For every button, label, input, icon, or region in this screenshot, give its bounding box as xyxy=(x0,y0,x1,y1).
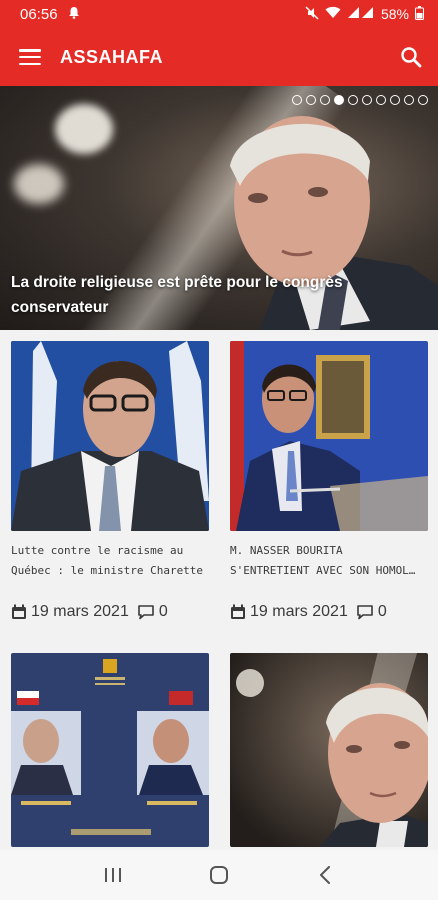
news-image xyxy=(11,653,209,847)
menu-icon[interactable] xyxy=(19,49,41,65)
slide-indicators xyxy=(292,95,428,105)
news-card[interactable] xyxy=(11,653,209,847)
news-comment-count: 0 xyxy=(377,603,387,620)
slide-dot[interactable] xyxy=(334,95,344,105)
slide-dot[interactable] xyxy=(376,95,386,105)
news-date: 19 mars 2021 xyxy=(31,603,129,620)
slide-dot[interactable] xyxy=(348,95,358,105)
status-time: 06:56 xyxy=(20,5,58,23)
news-title-line2: S'ENTRETIENT AVEC SON HOMOL… xyxy=(230,564,416,577)
calendar-icon xyxy=(231,604,245,619)
slide-dot[interactable] xyxy=(306,95,316,105)
news-comment-count: 0 xyxy=(158,603,168,620)
search-icon[interactable] xyxy=(400,46,422,68)
mute-icon xyxy=(305,5,319,23)
news-meta: 19 mars 2021 0 xyxy=(11,603,209,621)
news-date: 19 mars 2021 xyxy=(250,603,348,620)
app-title: ASSAHAFA xyxy=(60,46,164,67)
slide-dot[interactable] xyxy=(390,95,400,105)
signal-icon xyxy=(347,6,375,22)
news-card[interactable]: M. NASSER BOURITA S'ENTRETIENT AVEC SON … xyxy=(230,341,428,621)
news-title-line1: Lutte contre le racisme au xyxy=(11,544,184,557)
calendar-icon xyxy=(12,604,26,619)
back-icon[interactable] xyxy=(305,855,345,895)
home-icon[interactable] xyxy=(199,855,239,895)
bell-icon xyxy=(68,6,80,22)
battery-icon xyxy=(415,5,424,23)
slide-dot[interactable] xyxy=(292,95,302,105)
wifi-icon xyxy=(325,6,341,22)
hero-slide[interactable]: La droite religieuse est prête pour le c… xyxy=(0,86,438,330)
hero-caption: La droite religieuse est prête pour le c… xyxy=(11,274,343,316)
news-title-line2: Québec : le ministre Charette ent… xyxy=(11,564,209,577)
news-title-line1: M. NASSER BOURITA xyxy=(230,544,343,557)
slide-dot[interactable] xyxy=(404,95,414,105)
news-image xyxy=(230,341,428,531)
app-bar: ASSAHAFA xyxy=(0,28,438,86)
status-bar: 06:56 58% xyxy=(0,0,438,28)
news-meta: 19 mars 2021 0 xyxy=(230,603,428,621)
slide-dot[interactable] xyxy=(418,95,428,105)
system-nav-bar xyxy=(0,850,438,900)
comment-icon xyxy=(138,605,154,620)
slide-dot[interactable] xyxy=(320,95,330,105)
news-image xyxy=(11,341,209,531)
recents-icon[interactable] xyxy=(93,855,133,895)
slide-dot[interactable] xyxy=(362,95,372,105)
news-image xyxy=(230,653,428,847)
status-icons: 58% xyxy=(305,5,424,23)
news-card[interactable] xyxy=(230,653,428,847)
battery-percent: 58% xyxy=(380,6,409,22)
news-card[interactable]: Lutte contre le racisme au Québec : le m… xyxy=(11,341,209,621)
comment-icon xyxy=(357,605,373,620)
